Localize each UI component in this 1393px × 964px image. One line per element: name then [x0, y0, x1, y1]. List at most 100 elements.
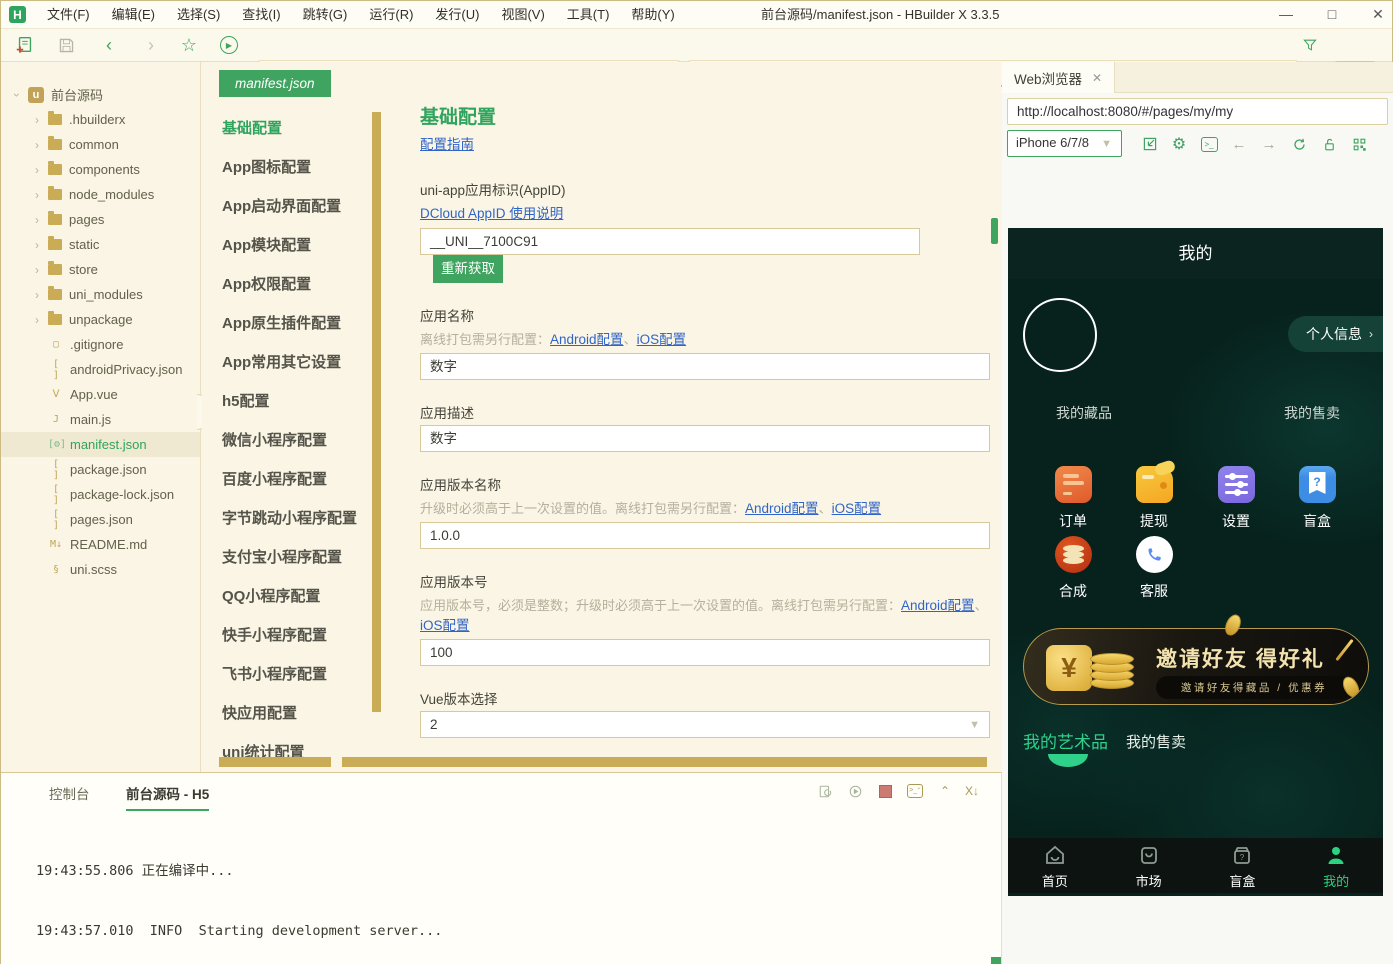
- app-name-input[interactable]: 数字: [420, 353, 990, 380]
- config-tab-kuaishou[interactable]: 快手小程序配置: [222, 624, 367, 654]
- version-code-input[interactable]: 100: [420, 639, 990, 666]
- config-tab-app-module[interactable]: App模块配置: [222, 234, 367, 264]
- config-tab-qq[interactable]: QQ小程序配置: [222, 585, 367, 615]
- version-name-input[interactable]: 1.0.0: [420, 522, 990, 549]
- tree-folder-components[interactable]: ›components: [1, 157, 201, 182]
- config-tab-app-native-plugin[interactable]: App原生插件配置: [222, 312, 367, 342]
- tree-file-gitignore[interactable]: ▢.gitignore: [1, 332, 201, 357]
- config-guide-link[interactable]: 配置指南: [420, 137, 474, 152]
- refresh-appid-button[interactable]: 重新获取: [433, 255, 503, 283]
- grid-item-settings[interactable]: 设置: [1196, 466, 1276, 531]
- android-config-link[interactable]: Android配置: [901, 598, 975, 613]
- config-tab-feishu[interactable]: 飞书小程序配置: [222, 663, 367, 693]
- android-config-link[interactable]: Android配置: [745, 501, 819, 516]
- ios-config-link[interactable]: iOS配置: [637, 332, 687, 347]
- ios-config-link[interactable]: iOS配置: [832, 501, 882, 516]
- qr-code-button[interactable]: [1348, 133, 1370, 155]
- device-select[interactable]: iPhone 6/7/8 ▼: [1007, 130, 1122, 157]
- nav-market[interactable]: 市场: [1102, 838, 1196, 893]
- editor-tab-manifest[interactable]: manifest.json: [219, 70, 331, 97]
- tree-file-pagesjson[interactable]: [ ]pages.json: [1, 507, 201, 532]
- console-tab-h5[interactable]: 前台源码 - H5: [126, 783, 209, 811]
- chevron-right-icon[interactable]: ›: [31, 213, 43, 227]
- lock-button[interactable]: [1318, 133, 1340, 155]
- chevron-right-icon[interactable]: ›: [31, 238, 43, 252]
- maximize-button[interactable]: □: [1309, 1, 1355, 29]
- tree-file-manifest-selected[interactable]: [⚙]manifest.json: [1, 432, 201, 457]
- collapse-console-button[interactable]: ⌃: [934, 781, 956, 801]
- chevron-right-icon[interactable]: ›: [31, 288, 43, 302]
- nav-forward-button[interactable]: →: [1258, 133, 1280, 155]
- close-console-button[interactable]: X↓: [961, 781, 983, 801]
- new-terminal-button[interactable]: >_⁺: [904, 781, 926, 801]
- menu-edit[interactable]: 编辑(E): [101, 1, 166, 29]
- tree-file-mainjs[interactable]: Jmain.js: [1, 407, 201, 432]
- tree-file-readme[interactable]: M↓README.md: [1, 532, 201, 557]
- config-tab-quickapp[interactable]: 快应用配置: [222, 702, 367, 732]
- avatar[interactable]: [1023, 298, 1097, 372]
- grid-item-service[interactable]: 客服: [1114, 536, 1194, 601]
- menu-goto[interactable]: 跳转(G): [292, 1, 359, 29]
- tree-folder-uni-modules[interactable]: ›uni_modules: [1, 282, 201, 307]
- back-button[interactable]: ‹: [97, 33, 121, 57]
- clear-console-button[interactable]: [814, 781, 836, 801]
- tree-root-project[interactable]: › u 前台源码: [1, 82, 201, 107]
- chevron-right-icon[interactable]: ›: [31, 313, 43, 327]
- menu-select[interactable]: 选择(S): [166, 1, 231, 29]
- tree-folder-store[interactable]: ›store: [1, 257, 201, 282]
- my-sales-link[interactable]: 我的售卖: [1284, 403, 1340, 423]
- forward-button[interactable]: ›: [139, 33, 163, 57]
- tree-folder-common[interactable]: ›common: [1, 132, 201, 157]
- config-tab-app-other[interactable]: App常用其它设置: [222, 351, 367, 381]
- invite-banner[interactable]: ¥ 邀请好友 得好礼 邀请好友得藏品 / 优惠券: [1023, 628, 1369, 705]
- save-button[interactable]: [54, 33, 78, 57]
- config-tab-app-launch[interactable]: App启动界面配置: [222, 195, 367, 225]
- config-tab-alipay[interactable]: 支付宝小程序配置: [222, 546, 367, 576]
- responsive-mode-button[interactable]: [1139, 133, 1161, 155]
- menu-file[interactable]: 文件(F): [36, 1, 101, 29]
- chevron-right-icon[interactable]: ›: [31, 263, 43, 277]
- chevron-right-icon[interactable]: ›: [31, 188, 43, 202]
- appid-input[interactable]: __UNI__7100C91: [420, 228, 920, 255]
- tree-file-uniscss[interactable]: §uni.scss: [1, 557, 201, 582]
- menu-find[interactable]: 查找(I): [231, 1, 291, 29]
- new-file-button[interactable]: [13, 33, 37, 57]
- tree-folder-pages[interactable]: ›pages: [1, 207, 201, 232]
- grid-item-blindbox[interactable]: ? 盲盒: [1277, 466, 1357, 531]
- grid-item-orders[interactable]: 订单: [1033, 466, 1113, 531]
- nav-blindbox[interactable]: ? 盲盒: [1196, 838, 1290, 893]
- config-tab-bytedance[interactable]: 字节跳动小程序配置: [222, 507, 382, 537]
- url-input[interactable]: http://localhost:8080/#/pages/my/my: [1007, 98, 1388, 125]
- chevron-right-icon[interactable]: ›: [31, 113, 43, 127]
- ios-config-link[interactable]: iOS配置: [420, 618, 470, 633]
- run-button[interactable]: ▶: [217, 33, 241, 57]
- profile-info-button[interactable]: 个人信息 ›: [1288, 316, 1383, 352]
- favorite-button[interactable]: ☆: [177, 33, 201, 57]
- tree-folder-hbuilderx[interactable]: ›.hbuilderx: [1, 107, 201, 132]
- close-button[interactable]: ✕: [1355, 1, 1393, 29]
- vue-version-select[interactable]: 2 ▼: [420, 711, 990, 738]
- stop-button[interactable]: [874, 781, 896, 801]
- config-tab-h5[interactable]: h5配置: [222, 390, 367, 420]
- tree-folder-static[interactable]: ›static: [1, 232, 201, 257]
- menu-publish[interactable]: 发行(U): [424, 1, 490, 29]
- menu-run[interactable]: 运行(R): [358, 1, 424, 29]
- chevron-right-icon[interactable]: ›: [31, 163, 43, 177]
- refresh-button[interactable]: [1288, 133, 1310, 155]
- devtools-button[interactable]: >_: [1198, 133, 1220, 155]
- tab-my-artworks[interactable]: 我的艺术品: [1023, 728, 1108, 753]
- form-horizontal-scrollbar[interactable]: [342, 757, 987, 767]
- config-tab-basic[interactable]: 基础配置: [222, 117, 367, 147]
- chevron-right-icon[interactable]: ›: [31, 138, 43, 152]
- menu-view[interactable]: 视图(V): [490, 1, 555, 29]
- config-tab-baidu[interactable]: 百度小程序配置: [222, 468, 367, 498]
- nav-back-button[interactable]: ←: [1228, 133, 1250, 155]
- config-tab-weixin[interactable]: 微信小程序配置: [222, 429, 367, 459]
- menu-help[interactable]: 帮助(Y): [620, 1, 685, 29]
- grid-item-synthesis[interactable]: 合成: [1033, 536, 1113, 601]
- tablist-horizontal-scrollbar[interactable]: [219, 757, 331, 767]
- tree-file-appvue[interactable]: ⅤApp.vue: [1, 382, 201, 407]
- appid-help-link[interactable]: DCloud AppID 使用说明: [420, 206, 563, 221]
- editor-vertical-scrollbar[interactable]: [372, 112, 381, 712]
- nav-mine-active[interactable]: 我的: [1289, 838, 1383, 893]
